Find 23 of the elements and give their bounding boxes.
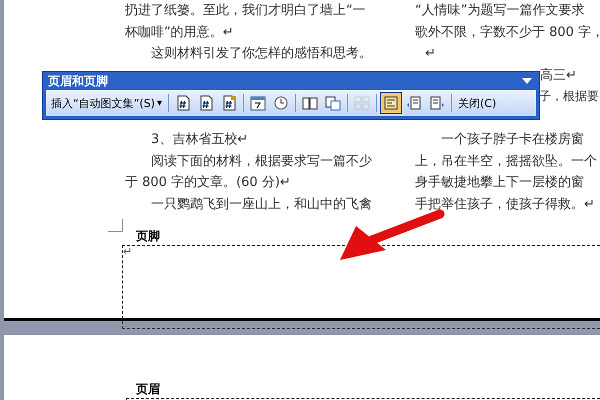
- body-text: 上，吊在半空，摇摇欲坠。一个: [415, 154, 597, 168]
- body-text: “人情味”为题写一篇作文要求: [415, 3, 584, 18]
- toolbar-title: 页眉和页脚: [48, 72, 108, 90]
- body-text: 这则材料引发了你怎样的感悟和思考。: [151, 46, 372, 61]
- body-text: 手把举住孩子，使孩子得救。↵: [415, 196, 595, 212]
- toolbar-button[interactable]: 关闭(C): [455, 92, 500, 114]
- body-text: 于 800 字的文章。(60 分)↵: [125, 175, 291, 190]
- body-text: 阅读下面的材料，根据要求写一篇不少: [151, 154, 372, 168]
- body-text: 歌外不限，字数不少于 800 字，: [415, 24, 600, 40]
- body-text: 3、吉林省五校↵: [151, 132, 248, 147]
- body-text: 杯咖啡”的用意。↵: [125, 24, 234, 40]
- toolbar-button[interactable]: 插入“自动图文集”(S) ▾: [48, 92, 165, 114]
- body-text: 子，根据要: [539, 89, 599, 103]
- footer-label: 页脚: [136, 229, 160, 243]
- body-text: ↵: [425, 46, 436, 61]
- header-label: 页眉: [136, 382, 160, 396]
- dropdown-icon[interactable]: [522, 78, 532, 84]
- body-text: 扔进了纸篓。至此，我们才明白了墙上“一: [125, 3, 366, 18]
- body-text: 一只鹦鹉飞到一座山上，和山中的飞禽: [151, 196, 372, 212]
- header-footer-switch-icon[interactable]: [380, 92, 402, 114]
- body-text: 身手敏捷地攀上下一层楼的窗: [415, 175, 584, 190]
- body-text: 高三↵: [540, 68, 577, 82]
- body-text: 一个孩子脖子卡在楼房窗: [441, 132, 584, 147]
